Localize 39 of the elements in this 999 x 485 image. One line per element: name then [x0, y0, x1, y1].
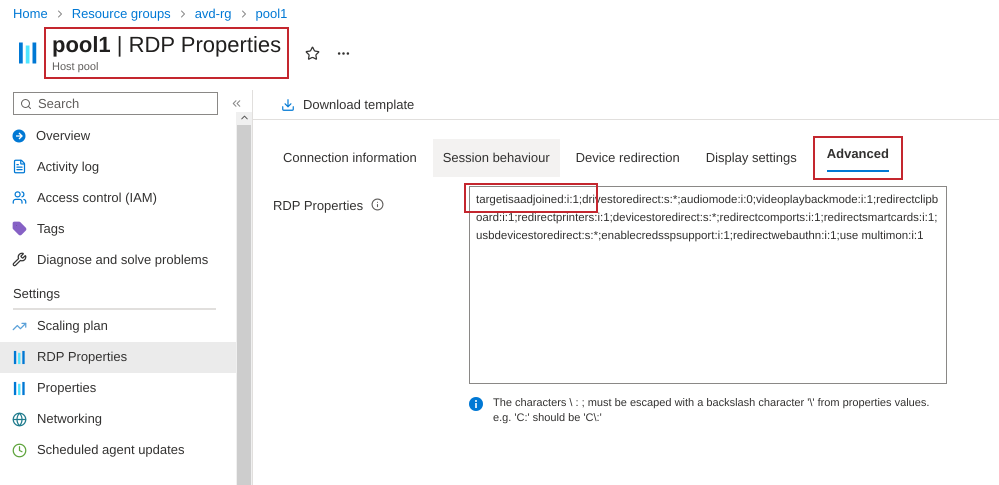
tab[interactable]: Display settings	[696, 139, 807, 177]
info-icon	[469, 397, 483, 411]
sidebar-item[interactable]: Networking	[0, 404, 236, 434]
pool-icon	[12, 380, 27, 396]
sidebar-item[interactable]: Activity log	[0, 151, 236, 182]
sidebar-item[interactable]: Properties	[0, 372, 236, 404]
sidebar-item[interactable]: Scheduled agent updates	[0, 434, 236, 466]
download-button[interactable]: Download template	[281, 94, 414, 114]
sidebar-item[interactable]: Access control (IAM)	[0, 182, 236, 213]
sidebar-item[interactable]: RDP Properties	[0, 342, 236, 372]
people-icon	[12, 190, 27, 205]
page-title: pool1 | RDP Properties	[52, 30, 282, 59]
tab[interactable]: Device redirection	[566, 139, 690, 177]
star-icon[interactable]	[305, 46, 320, 60]
scrollbar[interactable]	[236, 112, 252, 485]
tab[interactable]: Advanced	[812, 136, 903, 180]
breadcrumb-link[interactable]: Resource groups	[72, 4, 171, 24]
pool-icon	[12, 350, 27, 364]
breadcrumb-link[interactable]: Home	[13, 4, 48, 24]
breadcrumb-link[interactable]: avd-rg	[194, 4, 232, 24]
sidebar-item[interactable]: Diagnose and solve problems	[0, 244, 236, 275]
section-heading: Settings	[12, 285, 61, 303]
tab[interactable]: Connection information	[273, 139, 427, 177]
log-icon	[12, 159, 27, 174]
info-icon	[371, 198, 384, 211]
tab[interactable]: Session behaviour	[432, 139, 560, 177]
info-message: The characters \ : ; must be escaped with a backslash character '\' from properties values. e.g. 'C:' should be 'C\:'	[493, 396, 930, 426]
field-label: RDP Properties	[273, 197, 364, 215]
search-field[interactable]: Search	[13, 92, 218, 114]
sidebar-item[interactable]: Scaling plan	[0, 310, 236, 342]
sidebar-item[interactable]: Tags	[0, 213, 236, 244]
sidebar-item[interactable]: Overview	[0, 120, 236, 151]
download-icon	[281, 98, 295, 112]
tag-icon	[12, 221, 27, 236]
page-subtitle: Host pool	[52, 60, 100, 75]
clock-icon	[12, 442, 27, 458]
breadcrumb-link[interactable]: pool1	[256, 4, 288, 24]
wrench-icon	[12, 252, 27, 267]
search-icon	[20, 98, 32, 110]
